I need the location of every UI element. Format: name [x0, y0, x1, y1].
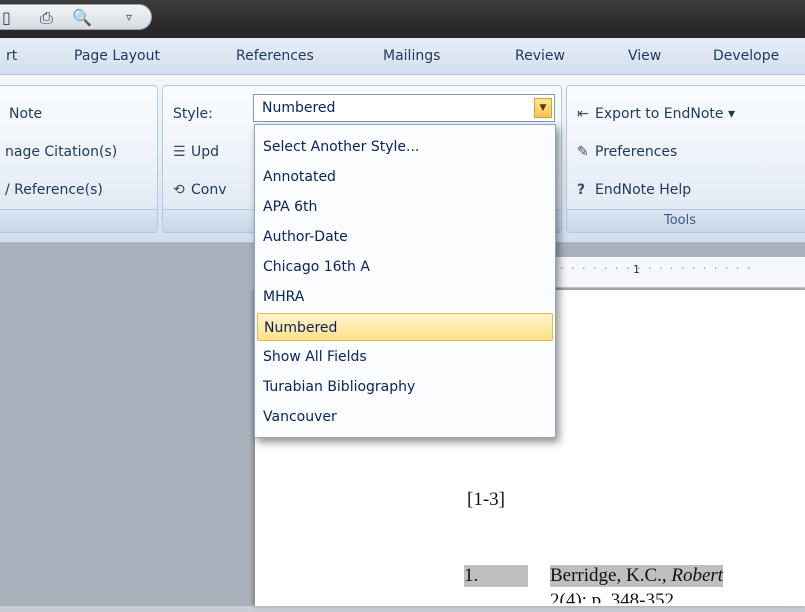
- style-option-turabian[interactable]: Turabian Bibliography: [257, 373, 553, 401]
- preferences-icon: ✎: [577, 144, 589, 160]
- tab-review[interactable]: Review: [515, 48, 565, 64]
- update-label: Upd: [191, 144, 220, 160]
- tab-references[interactable]: References: [236, 48, 314, 64]
- customize-qat-icon[interactable]: ▿: [126, 10, 132, 24]
- preferences-label: Preferences: [595, 144, 678, 160]
- style-option-mhra[interactable]: MHRA: [257, 283, 553, 311]
- tab-insert[interactable]: rt: [6, 48, 17, 64]
- style-option-annotated[interactable]: Annotated: [257, 163, 553, 191]
- reference-author: Berridge, K.C.,: [550, 565, 672, 586]
- style-option-apa-6th[interactable]: APA 6th: [257, 193, 553, 221]
- group-label: [0, 209, 157, 232]
- ruler-ticks: · · · · · · · · · · · · · · · · · ·: [560, 262, 753, 275]
- style-option-vancouver[interactable]: Vancouver: [257, 403, 553, 431]
- ruler-mark: 1: [633, 263, 640, 276]
- export-label: Export to EndNote ▾: [595, 106, 736, 122]
- style-option-chicago[interactable]: Chicago 16th A: [257, 253, 553, 281]
- quick-print-icon[interactable]: ⎙: [40, 8, 53, 28]
- style-combobox-value: Numbered: [262, 100, 336, 116]
- export-icon: ⇤: [577, 106, 589, 122]
- tab-mailings[interactable]: Mailings: [383, 48, 440, 64]
- citations-group: Note nage Citation(s) / Reference(s): [0, 85, 158, 233]
- tab-developer[interactable]: Develope: [713, 48, 779, 64]
- convert-icon: ⟲: [173, 182, 185, 198]
- style-option-select-another[interactable]: Select Another Style...: [257, 133, 553, 161]
- insert-citation-button[interactable]: Note: [9, 106, 42, 122]
- citation-text: [1-3]: [467, 489, 505, 510]
- print-preview-icon[interactable]: 🔍: [72, 8, 92, 27]
- tab-page-layout[interactable]: Page Layout: [74, 48, 160, 64]
- edit-reference-button[interactable]: / Reference(s): [5, 182, 103, 198]
- chevron-down-icon[interactable]: ▼: [534, 98, 552, 118]
- title-bar: ▯ ⎙ 🔍 ▿: [0, 0, 805, 38]
- horizontal-ruler[interactable]: · · · · · · · · · · · · · · · · · · 1: [555, 257, 805, 288]
- reference-number: 1.: [464, 565, 529, 587]
- style-option-numbered[interactable]: Numbered: [257, 313, 553, 341]
- tab-view[interactable]: View: [628, 48, 661, 64]
- quick-access-toolbar: ▯ ⎙ 🔍 ▿: [0, 4, 152, 30]
- style-option-author-date[interactable]: Author-Date: [257, 223, 553, 251]
- style-option-show-all-fields[interactable]: Show All Fields: [257, 343, 553, 371]
- update-button[interactable]: ☰ Upd: [173, 144, 219, 160]
- convert-button[interactable]: ⟲ Conv: [173, 182, 227, 198]
- manage-citations-button[interactable]: nage Citation(s): [5, 144, 117, 160]
- help-label: EndNote Help: [595, 182, 692, 198]
- preferences-button[interactable]: ✎ Preferences: [577, 144, 677, 160]
- reference-title: Robert: [671, 565, 724, 586]
- endnote-help-button[interactable]: ? EndNote Help: [577, 182, 691, 198]
- ribbon-tabs: rt Page Layout References Mailings Revie…: [0, 38, 805, 75]
- reference-entry: Berridge, K.C., Robert: [550, 565, 724, 587]
- undo-icon[interactable]: ▯: [2, 8, 11, 27]
- update-icon: ☰: [173, 144, 186, 160]
- tools-group-label: Tools: [567, 209, 805, 232]
- help-icon: ?: [577, 182, 586, 198]
- export-to-endnote-button[interactable]: ⇤ Export to EndNote ▾: [577, 106, 735, 122]
- convert-label: Conv: [191, 182, 227, 198]
- reference-line-2: 2(4): p. 348-352: [550, 590, 675, 611]
- style-combobox[interactable]: Numbered ▼: [253, 94, 555, 122]
- style-label: Style:: [173, 106, 213, 122]
- tools-group: ⇤ Export to EndNote ▾ ✎ Preferences ? EndNo…: [566, 85, 805, 233]
- style-dropdown-list: Select Another Style... Annotated APA 6t…: [254, 124, 556, 438]
